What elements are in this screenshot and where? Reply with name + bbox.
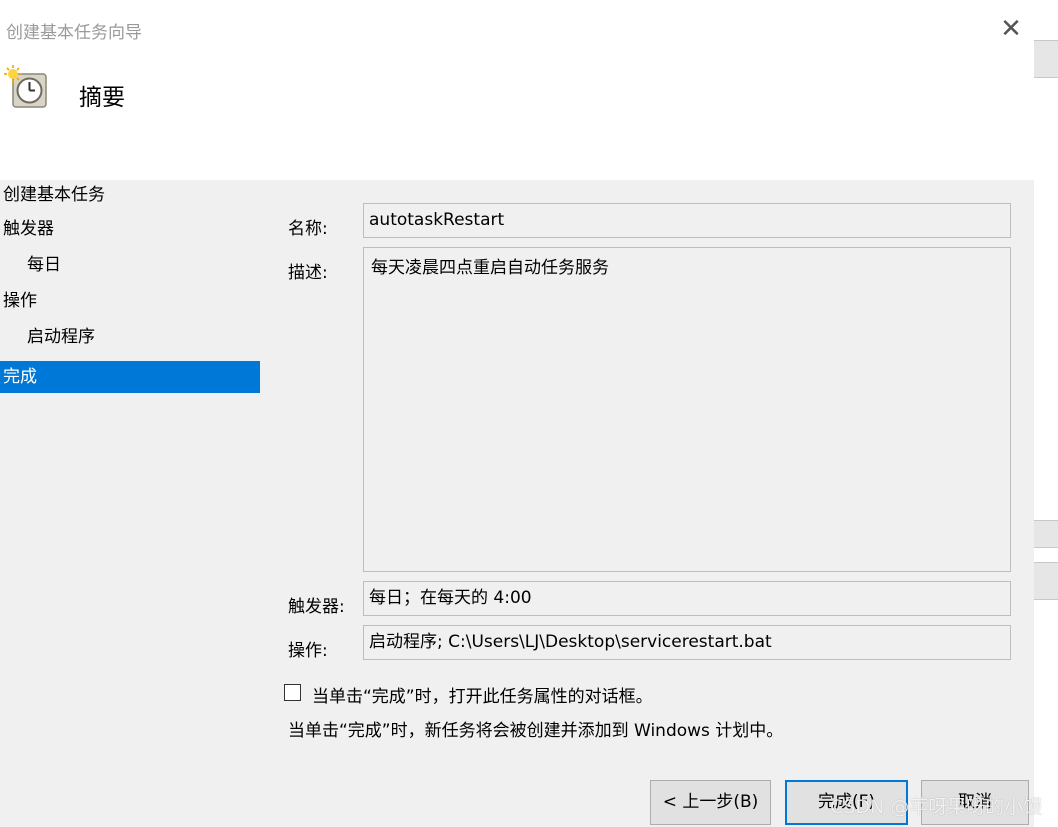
trigger-field[interactable]: 每日；在每天的 4:00 [363,581,1011,616]
description-label: 描述: [288,263,328,283]
page-title: 摘要 [79,85,125,111]
back-button[interactable]: < 上一步(B) [650,780,771,825]
background-window-band [1034,40,1058,78]
close-button[interactable]: ✕ [994,12,1028,46]
action-value: 启动程序; C:\Users\LJ\Desktop\servicerestart… [369,632,772,652]
nav-step-daily: 每日 [0,249,260,281]
close-icon: ✕ [1000,14,1022,44]
nav-step-action: 操作 [0,285,260,317]
background-window-strip [1034,0,1058,827]
task-clock-icon [4,65,47,108]
trigger-value: 每日；在每天的 4:00 [369,588,532,608]
nav-step-trigger: 触发器 [0,213,260,245]
action-label: 操作: [288,641,328,661]
title-bar: 创建基本任务向导 ✕ [0,0,1034,60]
description-value: 每天凌晨四点重启自动任务服务 [371,258,609,278]
window-title: 创建基本任务向导 [6,23,142,43]
nav-step-start-program: 启动程序 [0,321,260,353]
nav-step-label: 触发器 [3,219,54,239]
create-basic-task-wizard: 创建基本任务向导 ✕ 摘要 创建基本任务 触发器 每日 操作 启动程序 完成 名… [0,0,1042,827]
nav-step-label: 创建基本任务 [3,185,105,205]
nav-step-label: 完成 [3,367,37,387]
name-value: autotaskRestart [369,210,505,230]
name-label: 名称: [288,219,328,239]
open-properties-label[interactable]: 当单击“完成”时，打开此任务属性的对话框。 [312,682,653,707]
open-properties-checkbox[interactable] [284,684,301,701]
nav-step-label: 每日 [27,255,61,275]
nav-step-finish: 完成 [0,361,260,393]
wizard-steps-nav: 创建基本任务 触发器 每日 操作 启动程序 完成 [0,180,260,480]
description-field[interactable]: 每天凌晨四点重启自动任务服务 [363,247,1011,572]
background-window-band [1034,520,1058,548]
background-window-band [1034,562,1058,600]
name-field[interactable]: autotaskRestart [363,203,1011,238]
nav-step-label: 启动程序 [27,327,95,347]
nav-step-label: 操作 [3,291,37,311]
finish-info-text: 当单击“完成”时，新任务将会被创建并添加到 Windows 计划中。 [288,721,784,741]
wizard-header: 摘要 [0,60,1034,180]
nav-step-create-basic-task: 创建基本任务 [0,179,260,211]
trigger-label: 触发器: [288,597,345,617]
action-field[interactable]: 启动程序; C:\Users\LJ\Desktop\servicerestart… [363,625,1011,660]
watermark: CSDN @苹呀果呀的小馒 [830,796,1043,818]
